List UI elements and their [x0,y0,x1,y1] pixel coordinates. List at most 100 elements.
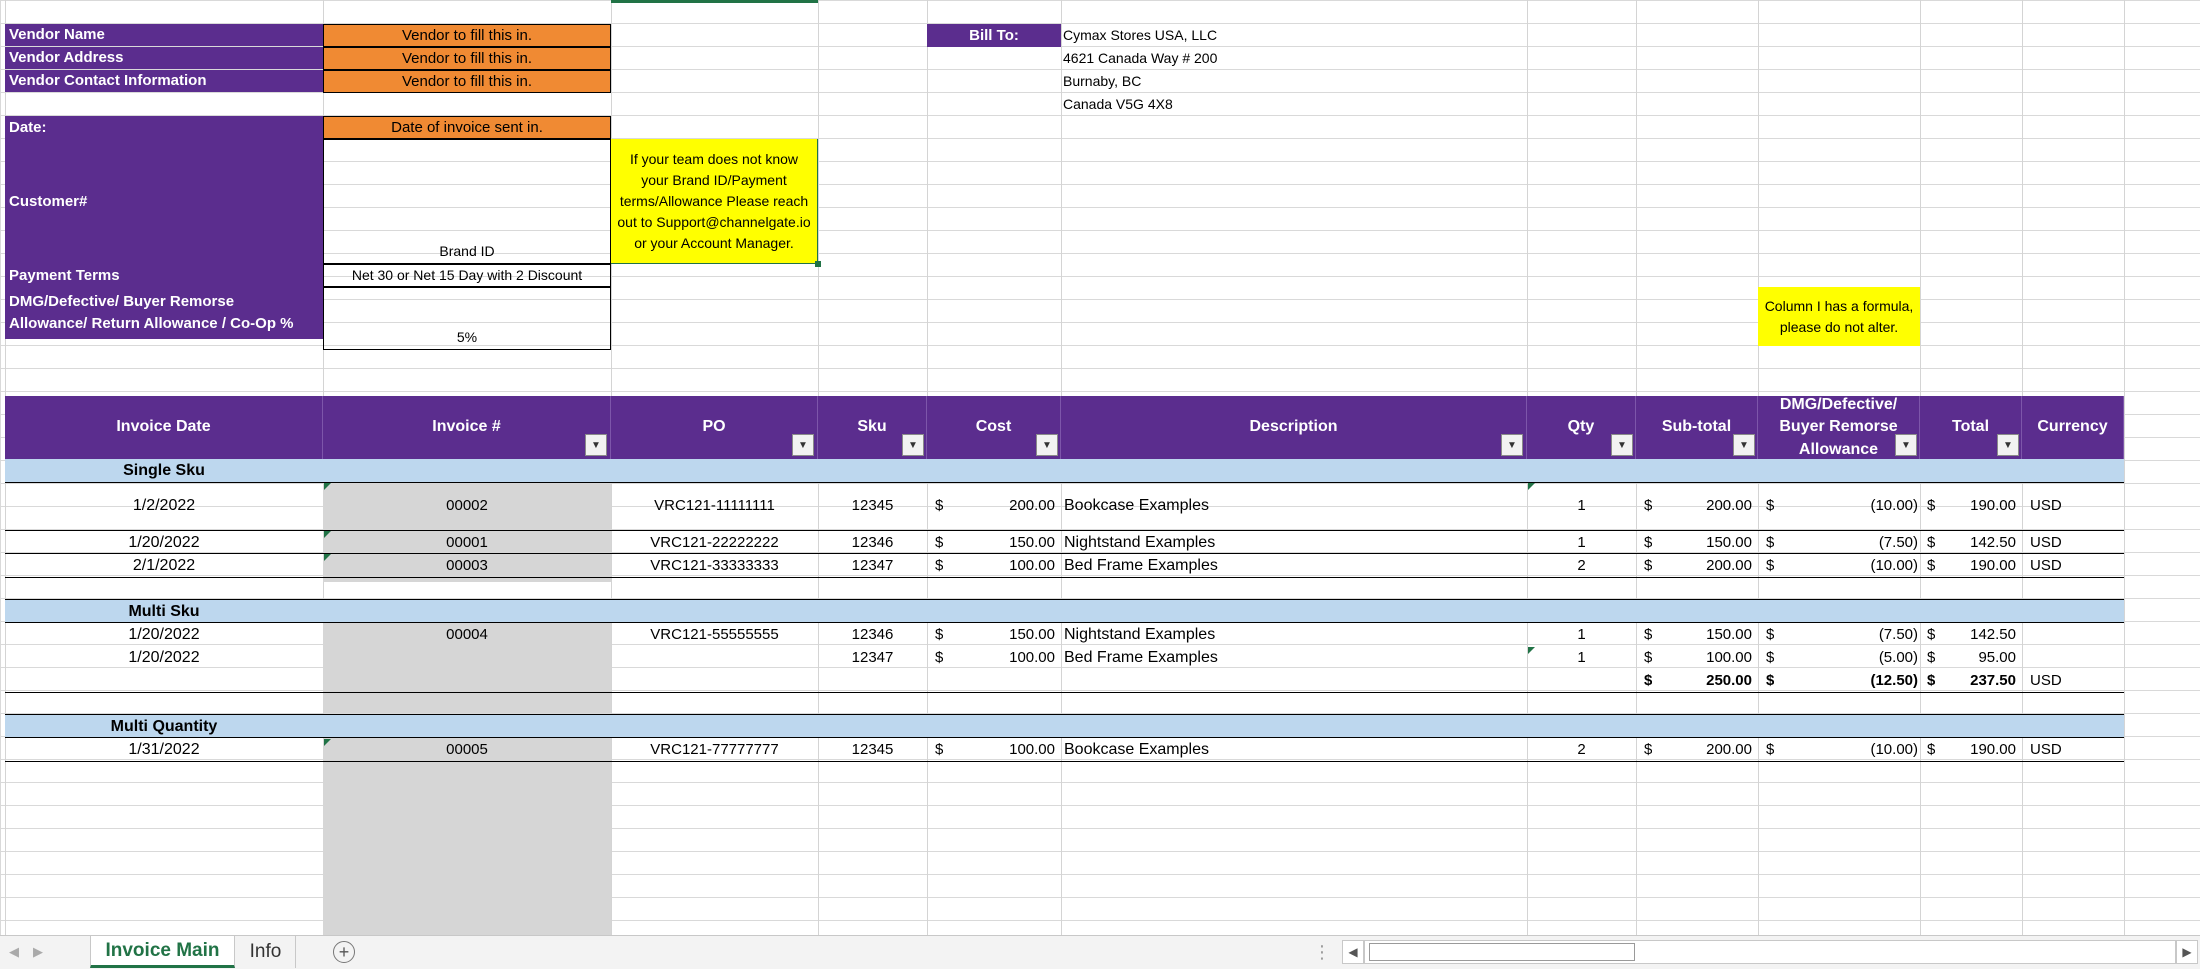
filter-dropdown-icon[interactable]: ▼ [902,434,924,456]
cell-currency[interactable]: USD [2030,669,2062,692]
tab-info[interactable]: Info [236,936,296,968]
cell-qty[interactable]: 2 [1527,738,1636,761]
filter-dropdown-icon[interactable]: ▼ [1036,434,1058,456]
cell-description[interactable]: Bed Frame Examples [1064,554,1524,577]
cell-po[interactable]: VRC121-77777777 [611,738,818,761]
header-currency[interactable]: Currency [2022,396,2124,459]
cell-sku[interactable]: 12345 [818,738,927,761]
tab-split-handle-icon[interactable]: ⋮ [1312,936,1332,968]
header-invoice-number[interactable]: Invoice # [323,396,611,459]
cell-allowance[interactable]: (10.00) [1758,482,1918,530]
filter-dropdown-icon[interactable]: ▼ [1733,434,1755,456]
cell-invoice-date[interactable]: 1/20/2022 [5,531,323,554]
add-sheet-button[interactable]: + [333,941,355,963]
cell-allowance[interactable]: (7.50) [1758,623,1918,646]
cell-qty[interactable]: 1 [1527,482,1636,530]
cell-sku[interactable]: 12347 [818,646,927,669]
cell-currency[interactable]: USD [2030,531,2062,554]
cell-sku[interactable]: 12346 [818,531,927,554]
cell-total[interactable]: 190.00 [1920,738,2016,761]
cell-subtotal[interactable]: 150.00 [1636,623,1752,646]
cell-invoice-date[interactable]: 2/1/2022 [5,554,323,577]
cell-currency[interactable]: USD [2030,738,2062,761]
cell-qty[interactable]: 2 [1527,554,1636,577]
error-indicator-icon[interactable] [1528,647,1535,654]
cell-total[interactable]: 142.50 [1920,623,2016,646]
cell-description[interactable]: Bookcase Examples [1064,482,1524,530]
filter-dropdown-icon[interactable]: ▼ [792,434,814,456]
fill-handle[interactable] [815,261,821,267]
cell-description[interactable]: Bookcase Examples [1064,738,1524,761]
vendor-contact-field[interactable]: Vendor to fill this in. [323,70,611,93]
scroll-tabs-left-icon[interactable]: ◀ [2,936,26,968]
cell-invoice-number[interactable]: 00001 [323,531,611,554]
cell-subtotal[interactable]: 200.00 [1636,554,1752,577]
cell-qty[interactable]: 1 [1527,646,1636,669]
cell-qty[interactable]: 1 [1527,531,1636,554]
header-invoice-date[interactable]: Invoice Date [5,396,323,459]
customer-field[interactable]: Brand ID [323,139,611,264]
filter-dropdown-icon[interactable]: ▼ [1997,434,2019,456]
cell-currency[interactable]: USD [2030,482,2062,530]
cell-total-sum[interactable]: 237.50 [1920,669,2016,692]
scroll-tabs-right-icon[interactable]: ▶ [26,936,50,968]
cell-subtotal[interactable]: 200.00 [1636,482,1752,530]
cell-allowance-sum[interactable]: (12.50) [1758,669,1918,692]
cell-sku[interactable]: 12345 [818,482,927,530]
cell-total[interactable]: 142.50 [1920,531,2016,554]
filter-dropdown-icon[interactable]: ▼ [1895,434,1917,456]
header-po[interactable]: PO [611,396,818,459]
filter-dropdown-icon[interactable]: ▼ [1611,434,1633,456]
cell-invoice-number[interactable]: 00005 [323,738,611,761]
cell-allowance[interactable]: (10.00) [1758,554,1918,577]
cell-cost[interactable]: 150.00 [927,623,1055,646]
scroll-left-icon[interactable]: ◀ [1342,940,1364,964]
filter-dropdown-icon[interactable]: ▼ [585,434,607,456]
scrollbar-thumb[interactable] [1369,943,1635,961]
horizontal-scrollbar[interactable] [1364,940,2176,964]
cell-subtotal[interactable]: 100.00 [1636,646,1752,669]
cell-invoice-date[interactable]: 1/2/2022 [5,482,323,530]
cell-invoice-date[interactable]: 1/20/2022 [5,623,323,646]
cell-total[interactable]: 95.00 [1920,646,2016,669]
header-description[interactable]: Description [1061,396,1527,459]
cell-invoice-number[interactable]: 00002 [323,482,611,530]
cell-currency[interactable]: USD [2030,554,2062,577]
payment-terms-field[interactable]: Net 30 or Net 15 Day with 2 Discount [323,264,611,287]
cell-qty[interactable]: 1 [1527,623,1636,646]
allowance-field[interactable]: 5% [323,287,611,350]
cell-po[interactable]: VRC121-55555555 [611,623,818,646]
cell-cost[interactable]: 200.00 [927,482,1055,530]
cell-allowance[interactable]: (10.00) [1758,738,1918,761]
error-indicator-icon[interactable] [1528,483,1535,490]
cell-total[interactable]: 190.00 [1920,482,2016,530]
error-indicator-icon[interactable] [324,483,331,490]
error-indicator-icon[interactable] [324,739,331,746]
cell-invoice-date[interactable]: 1/31/2022 [5,738,323,761]
scroll-right-icon[interactable]: ▶ [2176,940,2198,964]
cell-subtotal[interactable]: 200.00 [1636,738,1752,761]
error-indicator-icon[interactable] [324,554,331,561]
cell-subtotal-sum[interactable]: 250.00 [1636,669,1752,692]
cell-description[interactable]: Bed Frame Examples [1064,646,1524,669]
cell-sku[interactable]: 12347 [818,554,927,577]
cell-po[interactable]: VRC121-33333333 [611,554,818,577]
date-field[interactable]: Date of invoice sent in. [323,116,611,139]
cell-cost[interactable]: 100.00 [927,646,1055,669]
cell-cost[interactable]: 150.00 [927,531,1055,554]
cell-description[interactable]: Nightstand Examples [1064,623,1524,646]
cell-invoice-date[interactable]: 1/20/2022 [5,646,323,669]
cell-subtotal[interactable]: 150.00 [1636,531,1752,554]
cell-allowance[interactable]: (5.00) [1758,646,1918,669]
cell-cost[interactable]: 100.00 [927,554,1055,577]
error-indicator-icon[interactable] [324,531,331,538]
cell-invoice-number[interactable]: 00004 [323,623,611,646]
cell-description[interactable]: Nightstand Examples [1064,531,1524,554]
filter-dropdown-icon[interactable]: ▼ [1501,434,1523,456]
vendor-address-field[interactable]: Vendor to fill this in. [323,47,611,70]
cell-cost[interactable]: 100.00 [927,738,1055,761]
tab-invoice-main[interactable]: Invoice Main [90,936,235,968]
cell-po[interactable]: VRC121-22222222 [611,531,818,554]
cell-total[interactable]: 190.00 [1920,554,2016,577]
cell-po[interactable]: VRC121-11111111 [611,482,818,530]
